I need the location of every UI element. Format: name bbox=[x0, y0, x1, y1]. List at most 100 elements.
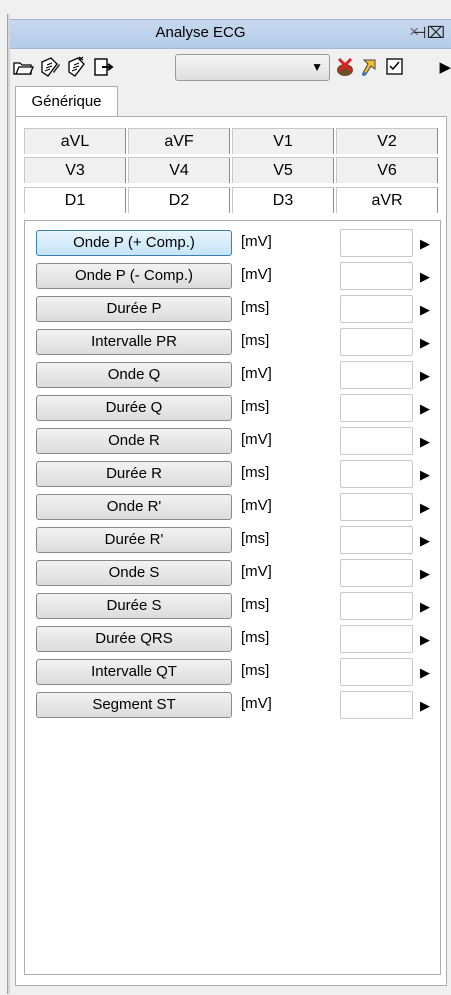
value-field[interactable] bbox=[340, 691, 413, 719]
expand-arrow-icon[interactable]: ▶ bbox=[420, 665, 430, 681]
tab-v3[interactable]: V3 bbox=[24, 157, 126, 183]
measure-button[interactable]: Onde Q bbox=[36, 362, 232, 388]
measurement-row: Durée S [ms] ▶ bbox=[25, 592, 442, 622]
unit-label: [ms] bbox=[241, 596, 270, 613]
unit-label: [ms] bbox=[241, 398, 270, 415]
measure-button[interactable]: Durée Q bbox=[36, 395, 232, 421]
unit-label: [mV] bbox=[241, 497, 272, 514]
open-folder-icon[interactable] bbox=[12, 56, 34, 78]
tab-d2[interactable]: D2 bbox=[128, 187, 230, 213]
measurement-row: Onde S [mV] ▶ bbox=[25, 559, 442, 589]
tab-d3[interactable]: D3 bbox=[232, 187, 334, 213]
measure-button[interactable]: Durée QRS bbox=[36, 626, 232, 652]
expand-arrow-icon[interactable]: ▶ bbox=[420, 599, 430, 615]
expand-arrow-icon[interactable]: ▶ bbox=[420, 236, 430, 252]
value-field[interactable] bbox=[340, 493, 413, 521]
measure-button[interactable]: Durée S bbox=[36, 593, 232, 619]
expand-arrow-icon[interactable]: ▶ bbox=[420, 302, 430, 318]
expand-arrow-icon[interactable]: ▶ bbox=[420, 698, 430, 714]
value-field[interactable] bbox=[340, 361, 413, 389]
measurements-panel: Onde P (+ Comp.) [mV] ▶ Onde P (- Comp.)… bbox=[24, 220, 441, 975]
edit-sheet-icon[interactable] bbox=[39, 56, 61, 78]
tab-v6[interactable]: V6 bbox=[336, 157, 438, 183]
value-field[interactable] bbox=[340, 328, 413, 356]
expand-arrow-icon[interactable]: ▶ bbox=[420, 434, 430, 450]
measure-button[interactable]: Segment ST bbox=[36, 692, 232, 718]
expand-arrow-icon[interactable]: ▶ bbox=[420, 401, 430, 417]
measure-button[interactable]: Durée R' bbox=[36, 527, 232, 553]
toolbar-combobox[interactable]: ▼ bbox=[175, 54, 330, 81]
measurement-row: Intervalle QT [ms] ▶ bbox=[25, 658, 442, 688]
tab-v2[interactable]: V2 bbox=[336, 128, 438, 154]
unit-label: [ms] bbox=[241, 662, 270, 679]
tab-avl[interactable]: aVL bbox=[24, 128, 126, 154]
measurement-row: Intervalle PR [ms] ▶ bbox=[25, 328, 442, 358]
measure-button[interactable]: Durée R bbox=[36, 461, 232, 487]
panel-title: Analyse ECG bbox=[155, 24, 246, 41]
expand-arrow-icon[interactable]: ▶ bbox=[420, 368, 430, 384]
expand-arrow-icon[interactable]: ▶ bbox=[420, 533, 430, 549]
measure-button[interactable]: Intervalle PR bbox=[36, 329, 232, 355]
unit-label: [mV] bbox=[241, 365, 272, 382]
measure-button[interactable]: Intervalle QT bbox=[36, 659, 232, 685]
unit-label: [ms] bbox=[241, 629, 270, 646]
measure-button[interactable]: Onde S bbox=[36, 560, 232, 586]
measure-button[interactable]: Onde P (- Comp.) bbox=[36, 263, 232, 289]
measurement-row: Segment ST [mV] ▶ bbox=[25, 691, 442, 721]
unit-label: [mV] bbox=[241, 563, 272, 580]
pin-icon[interactable]: ⊣⌧ bbox=[413, 23, 445, 42]
toolbar-more-icon[interactable]: ▶ bbox=[439, 58, 451, 76]
expand-arrow-icon[interactable]: ▶ bbox=[420, 500, 430, 516]
tab-avf[interactable]: aVF bbox=[128, 128, 230, 154]
unit-label: [mV] bbox=[241, 695, 272, 712]
tab-v1[interactable]: V1 bbox=[232, 128, 334, 154]
unit-label: [mV] bbox=[241, 233, 272, 250]
red-x-icon[interactable] bbox=[334, 56, 356, 78]
unit-label: [ms] bbox=[241, 332, 270, 349]
expand-arrow-icon[interactable]: ▶ bbox=[420, 566, 430, 582]
measurement-row: Durée R [ms] ▶ bbox=[25, 460, 442, 490]
value-field[interactable] bbox=[340, 526, 413, 554]
expand-arrow-icon[interactable]: ▶ bbox=[420, 632, 430, 648]
measurement-row: Onde P (+ Comp.) [mV] ▶ bbox=[25, 229, 442, 259]
measure-button[interactable]: Onde P (+ Comp.) bbox=[36, 230, 232, 256]
value-field[interactable] bbox=[340, 262, 413, 290]
wand-icon[interactable] bbox=[358, 56, 380, 78]
value-field[interactable] bbox=[340, 658, 413, 686]
measure-button[interactable]: Onde R bbox=[36, 428, 232, 454]
paste-sheet-icon[interactable] bbox=[66, 56, 88, 78]
chevron-down-icon[interactable]: ▼ bbox=[311, 60, 323, 74]
lead-tab-row-1: aVL aVF V1 V2 bbox=[24, 128, 441, 154]
value-field[interactable] bbox=[340, 295, 413, 323]
measurement-row: Durée P [ms] ▶ bbox=[25, 295, 442, 325]
tab-avr[interactable]: aVR bbox=[336, 187, 438, 213]
unit-label: [ms] bbox=[241, 299, 270, 316]
measurement-row: Onde R [mV] ▶ bbox=[25, 427, 442, 457]
tab-v5[interactable]: V5 bbox=[232, 157, 334, 183]
measure-button[interactable]: Durée P bbox=[36, 296, 232, 322]
expand-arrow-icon[interactable]: ▶ bbox=[420, 467, 430, 483]
measurement-row: Durée R' [ms] ▶ bbox=[25, 526, 442, 556]
tab-generique[interactable]: Générique bbox=[15, 86, 118, 117]
value-field[interactable] bbox=[340, 460, 413, 488]
tab-v4[interactable]: V4 bbox=[128, 157, 230, 183]
tab-d1[interactable]: D1 bbox=[24, 187, 126, 213]
measurement-row: Onde P (- Comp.) [mV] ▶ bbox=[25, 262, 442, 292]
measure-button[interactable]: Onde R' bbox=[36, 494, 232, 520]
measurement-row: Onde Q [mV] ▶ bbox=[25, 361, 442, 391]
export-icon[interactable] bbox=[93, 56, 115, 78]
measurement-row: Onde R' [mV] ▶ bbox=[25, 493, 442, 523]
value-field[interactable] bbox=[340, 427, 413, 455]
expand-arrow-icon[interactable]: ▶ bbox=[420, 269, 430, 285]
expand-arrow-icon[interactable]: ▶ bbox=[420, 335, 430, 351]
value-field[interactable] bbox=[340, 394, 413, 422]
value-field[interactable] bbox=[340, 559, 413, 587]
value-field[interactable] bbox=[340, 229, 413, 257]
tab-content: aVL aVF V1 V2 V3 V4 V5 V6 D1 D2 D3 aVR O… bbox=[15, 116, 447, 986]
title-bar[interactable]: Analyse ECG × ⊣⌧ bbox=[10, 19, 451, 49]
lead-tab-row-3: D1 D2 D3 aVR bbox=[24, 187, 441, 213]
checkbox-icon[interactable] bbox=[384, 56, 406, 78]
unit-label: [mV] bbox=[241, 266, 272, 283]
value-field[interactable] bbox=[340, 625, 413, 653]
value-field[interactable] bbox=[340, 592, 413, 620]
